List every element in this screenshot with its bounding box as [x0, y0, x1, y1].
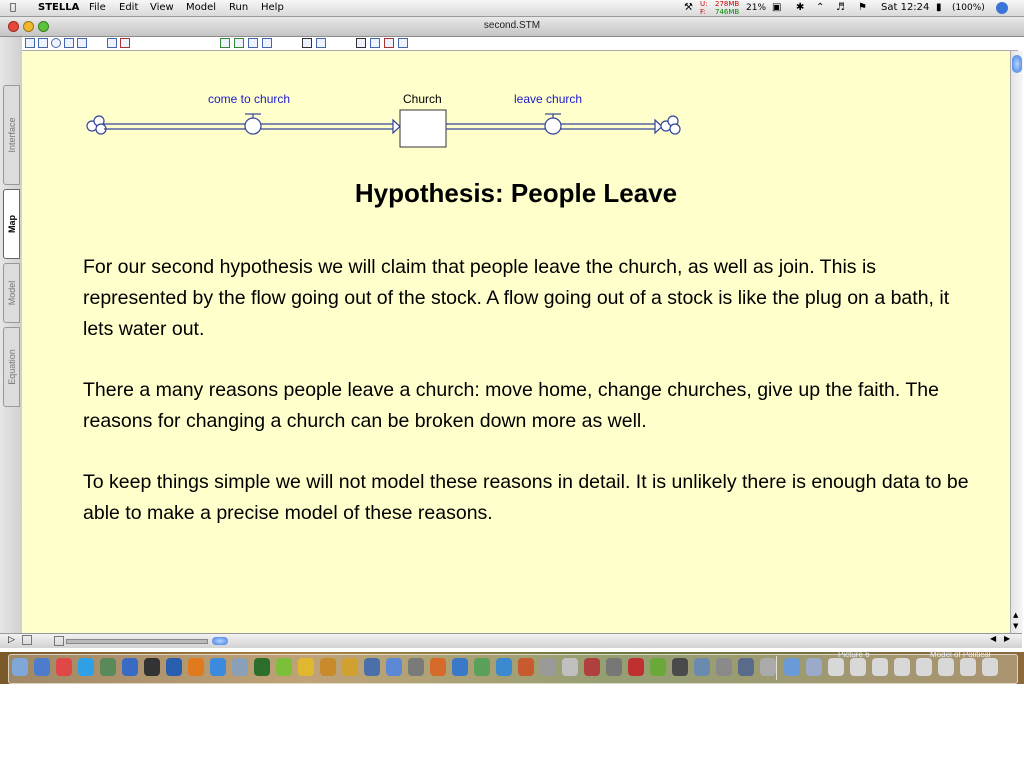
calendar-icon[interactable]: [56, 658, 72, 676]
church-stock[interactable]: [399, 109, 447, 148]
app-icon-17[interactable]: [364, 658, 380, 676]
vpn-icon[interactable]: [254, 658, 270, 676]
sink-cloud-icon[interactable]: [660, 115, 681, 135]
app-icon-11[interactable]: [232, 658, 248, 676]
mail-icon[interactable]: [34, 658, 50, 676]
finder-icon[interactable]: [12, 658, 28, 676]
app-icon-29[interactable]: [628, 658, 644, 676]
document-icon[interactable]: [916, 658, 932, 676]
play-icon[interactable]: ▷: [8, 635, 15, 645]
app-icon-6[interactable]: [122, 658, 138, 676]
scroll-down-arrow-icon[interactable]: ▼: [1013, 622, 1018, 630]
app-icon-37[interactable]: [806, 658, 822, 676]
vertical-scroll-thumb[interactable]: [1012, 55, 1022, 73]
horizontal-scroll-thumb[interactable]: [212, 637, 228, 645]
app-icon-14[interactable]: [298, 658, 314, 676]
app-icon-28[interactable]: [606, 658, 622, 676]
safari-icon[interactable]: [210, 658, 226, 676]
app-icon-7[interactable]: [144, 658, 160, 676]
app-icon-8[interactable]: [166, 658, 182, 676]
paragraph-3: To keep things simple we will not model …: [83, 471, 969, 524]
inflow-valve[interactable]: [244, 113, 262, 135]
stock-label[interactable]: Church: [403, 92, 442, 106]
app-icon-30[interactable]: [650, 658, 666, 676]
dock-label-picture: Picture 6: [838, 650, 870, 659]
app-icon-20[interactable]: [430, 658, 446, 676]
app-icon-24[interactable]: [518, 658, 534, 676]
outflow-label[interactable]: leave church: [514, 92, 582, 106]
document-icon[interactable]: [938, 658, 954, 676]
app-icon-26[interactable]: [562, 658, 578, 676]
app-icon-31[interactable]: [672, 658, 688, 676]
firefox-icon[interactable]: [188, 658, 204, 676]
app-icon-19[interactable]: [408, 658, 424, 676]
app-icon-34[interactable]: [738, 658, 754, 676]
app-icon-25[interactable]: [540, 658, 556, 676]
dock-label-model: Model of Political: [930, 650, 991, 659]
horizontal-scrollbar[interactable]: ▷ ◀ ▶: [0, 633, 1022, 648]
scroll-up-arrow-icon[interactable]: ▲: [1013, 611, 1018, 619]
folder-icon[interactable]: [784, 658, 800, 676]
outflow-valve[interactable]: [544, 113, 562, 135]
dock-divider: [776, 656, 777, 680]
stop-icon[interactable]: [22, 635, 32, 645]
document-icon[interactable]: [828, 658, 844, 676]
scroll-left-arrow-icon[interactable]: ◀: [990, 634, 996, 643]
dock: Picture 6 Model of Political: [0, 650, 1024, 684]
inflow-label[interactable]: come to church: [208, 92, 290, 106]
paragraph-2: There a many reasons people leave a chur…: [83, 379, 939, 432]
app-icon-5[interactable]: [100, 658, 116, 676]
lock-icon[interactable]: [54, 636, 64, 646]
app-icon-35[interactable]: [760, 658, 776, 676]
source-cloud-icon[interactable]: [86, 115, 107, 135]
paragraph-1: For our second hypothesis we will claim …: [83, 256, 950, 340]
document-icon[interactable]: [982, 658, 998, 676]
app-icon-18[interactable]: [386, 658, 402, 676]
zoom-slider[interactable]: [66, 639, 208, 644]
document-icon[interactable]: [850, 658, 866, 676]
vertical-scrollbar[interactable]: ▲ ▼: [1010, 51, 1023, 633]
skype-icon[interactable]: [78, 658, 94, 676]
scroll-right-arrow-icon[interactable]: ▶: [1004, 634, 1010, 643]
app-icon-15[interactable]: [320, 658, 336, 676]
app-icon-27[interactable]: [584, 658, 600, 676]
app-icon-13[interactable]: [276, 658, 292, 676]
app-icon-32[interactable]: [694, 658, 710, 676]
document-icon[interactable]: [872, 658, 888, 676]
app-icon-23[interactable]: [496, 658, 512, 676]
app-icon-33[interactable]: [716, 658, 732, 676]
document-icon[interactable]: [894, 658, 910, 676]
app-icon-21[interactable]: [452, 658, 468, 676]
slide-heading: Hypothesis: People Leave: [354, 178, 678, 208]
document-icon[interactable]: [960, 658, 976, 676]
app-icon-16[interactable]: [342, 658, 358, 676]
app-icon-22[interactable]: [474, 658, 490, 676]
